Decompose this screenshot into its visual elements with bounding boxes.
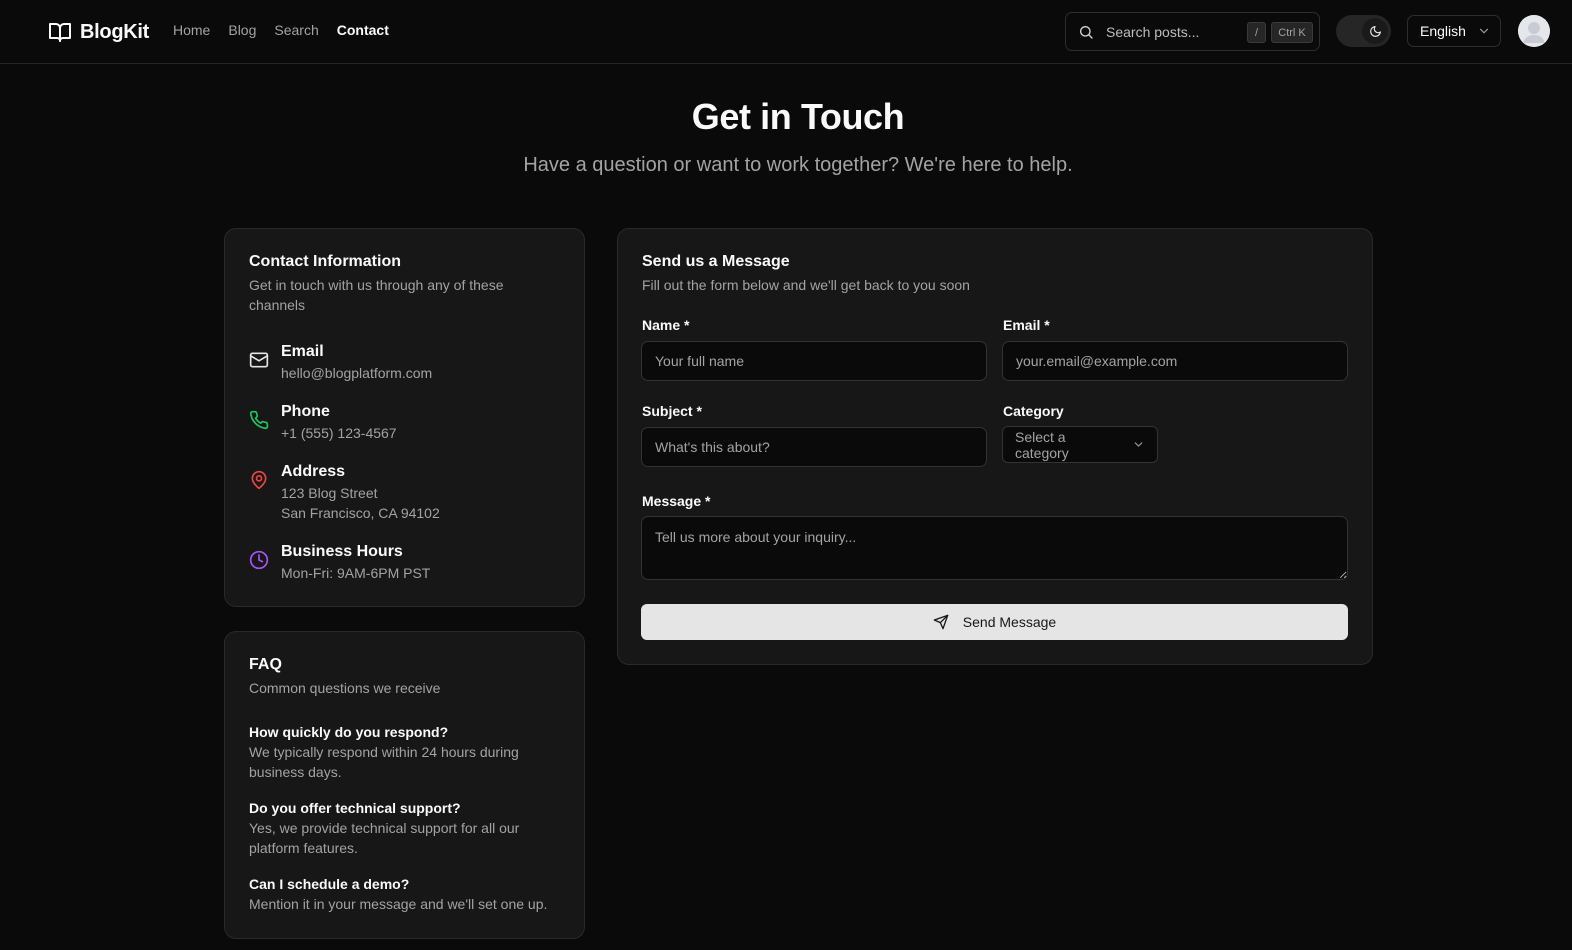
faq-answer: We typically respond within 24 hours dur… xyxy=(249,744,519,780)
email-input[interactable] xyxy=(1002,341,1348,381)
message-textarea[interactable] xyxy=(641,516,1348,580)
send-icon xyxy=(933,614,949,630)
nav-item-contact[interactable]: Contact xyxy=(337,22,389,38)
phone-icon xyxy=(249,410,269,430)
category-select[interactable]: Select a category xyxy=(1002,426,1158,463)
contact-info-title: Contact Information xyxy=(249,253,401,270)
faq-item: Can I schedule a demo? Mention it in you… xyxy=(249,874,560,914)
nav-item-search[interactable]: Search xyxy=(274,22,318,38)
subject-input[interactable] xyxy=(641,427,987,467)
contact-item-address: Address 123 Blog Street San Francisco, C… xyxy=(249,461,440,523)
clock-icon xyxy=(249,550,269,570)
page-subtitle: Have a question or want to work together… xyxy=(523,154,1073,176)
faq-answer: Mention it in your message and we'll set… xyxy=(249,896,548,912)
contact-info-card: Contact Information Get in touch with us… xyxy=(224,228,585,607)
search-input[interactable] xyxy=(1106,23,1241,40)
faq-item: How quickly do you respond? We typically… xyxy=(249,722,560,782)
email-label: Email * xyxy=(1003,317,1050,333)
chevron-down-icon xyxy=(1132,438,1145,451)
name-input[interactable] xyxy=(641,341,987,381)
message-label: Message * xyxy=(642,493,711,509)
main-nav: Home Blog Search Contact xyxy=(173,22,389,38)
contact-item-hours: Business Hours Mon-Fri: 9AM-6PM PST xyxy=(249,541,430,583)
form-description: Fill out the form below and we'll get ba… xyxy=(642,277,970,293)
contact-value-phone: +1 (555) 123-4567 xyxy=(281,425,397,441)
nav-item-home[interactable]: Home xyxy=(173,22,210,38)
shortcut-slash-badge: / xyxy=(1247,22,1266,43)
language-selected-value: English xyxy=(1420,23,1466,39)
contact-value-address-line1: 123 Blog Street xyxy=(281,485,378,501)
faq-card: FAQ Common questions we receive How quic… xyxy=(224,631,585,939)
category-label: Category xyxy=(1003,403,1064,419)
contact-item-email: Email hello@blogplatform.com xyxy=(249,341,432,383)
contact-label-address: Address xyxy=(281,463,346,480)
search-bar[interactable]: / Ctrl K xyxy=(1065,12,1320,51)
faq-title: FAQ xyxy=(249,656,282,673)
faq-question: Can I schedule a demo? xyxy=(249,876,410,892)
app-name: BlogKit xyxy=(80,20,149,43)
faq-question: Do you offer technical support? xyxy=(249,800,461,816)
page-title: Get in Touch xyxy=(691,96,905,137)
moon-icon xyxy=(1362,18,1388,44)
shortcut-ctrl-k-badge: Ctrl K xyxy=(1271,22,1313,43)
contact-label-email: Email xyxy=(281,343,324,360)
form-title: Send us a Message xyxy=(642,253,790,270)
search-icon xyxy=(1078,24,1094,40)
language-select[interactable]: English xyxy=(1407,15,1501,47)
contact-item-phone: Phone +1 (555) 123-4567 xyxy=(249,401,397,443)
nav-item-blog[interactable]: Blog xyxy=(228,22,256,38)
faq-question: How quickly do you respond? xyxy=(249,724,449,740)
name-label: Name * xyxy=(642,317,690,333)
contact-label-hours: Business Hours xyxy=(281,543,403,560)
chevron-down-icon xyxy=(1477,24,1491,38)
app-logo[interactable]: BlogKit xyxy=(48,19,149,45)
contact-value-hours: Mon-Fri: 9AM-6PM PST xyxy=(281,565,431,581)
subject-label: Subject * xyxy=(642,403,702,419)
book-open-icon xyxy=(48,20,72,44)
map-pin-icon xyxy=(249,470,269,490)
theme-toggle[interactable] xyxy=(1336,15,1391,47)
contact-value-email: hello@blogplatform.com xyxy=(281,365,433,381)
faq-description: Common questions we receive xyxy=(249,680,441,696)
user-icon xyxy=(1518,15,1550,47)
contact-value-address-line2: San Francisco, CA 94102 xyxy=(281,505,440,521)
contact-info-description: Get in touch with us through any of thes… xyxy=(249,277,504,313)
category-selected-value: Select a category xyxy=(1015,428,1069,461)
contact-label-phone: Phone xyxy=(281,403,330,420)
faq-item: Do you offer technical support? Yes, we … xyxy=(249,798,560,858)
top-navbar: BlogKit Home Blog Search Contact / Ctrl … xyxy=(0,0,1572,64)
faq-answer: Yes, we provide technical support for al… xyxy=(249,820,520,856)
user-avatar[interactable] xyxy=(1518,15,1550,47)
send-message-label: Send Message xyxy=(962,614,1057,630)
send-message-button[interactable]: Send Message xyxy=(641,604,1348,640)
mail-icon xyxy=(249,350,269,370)
